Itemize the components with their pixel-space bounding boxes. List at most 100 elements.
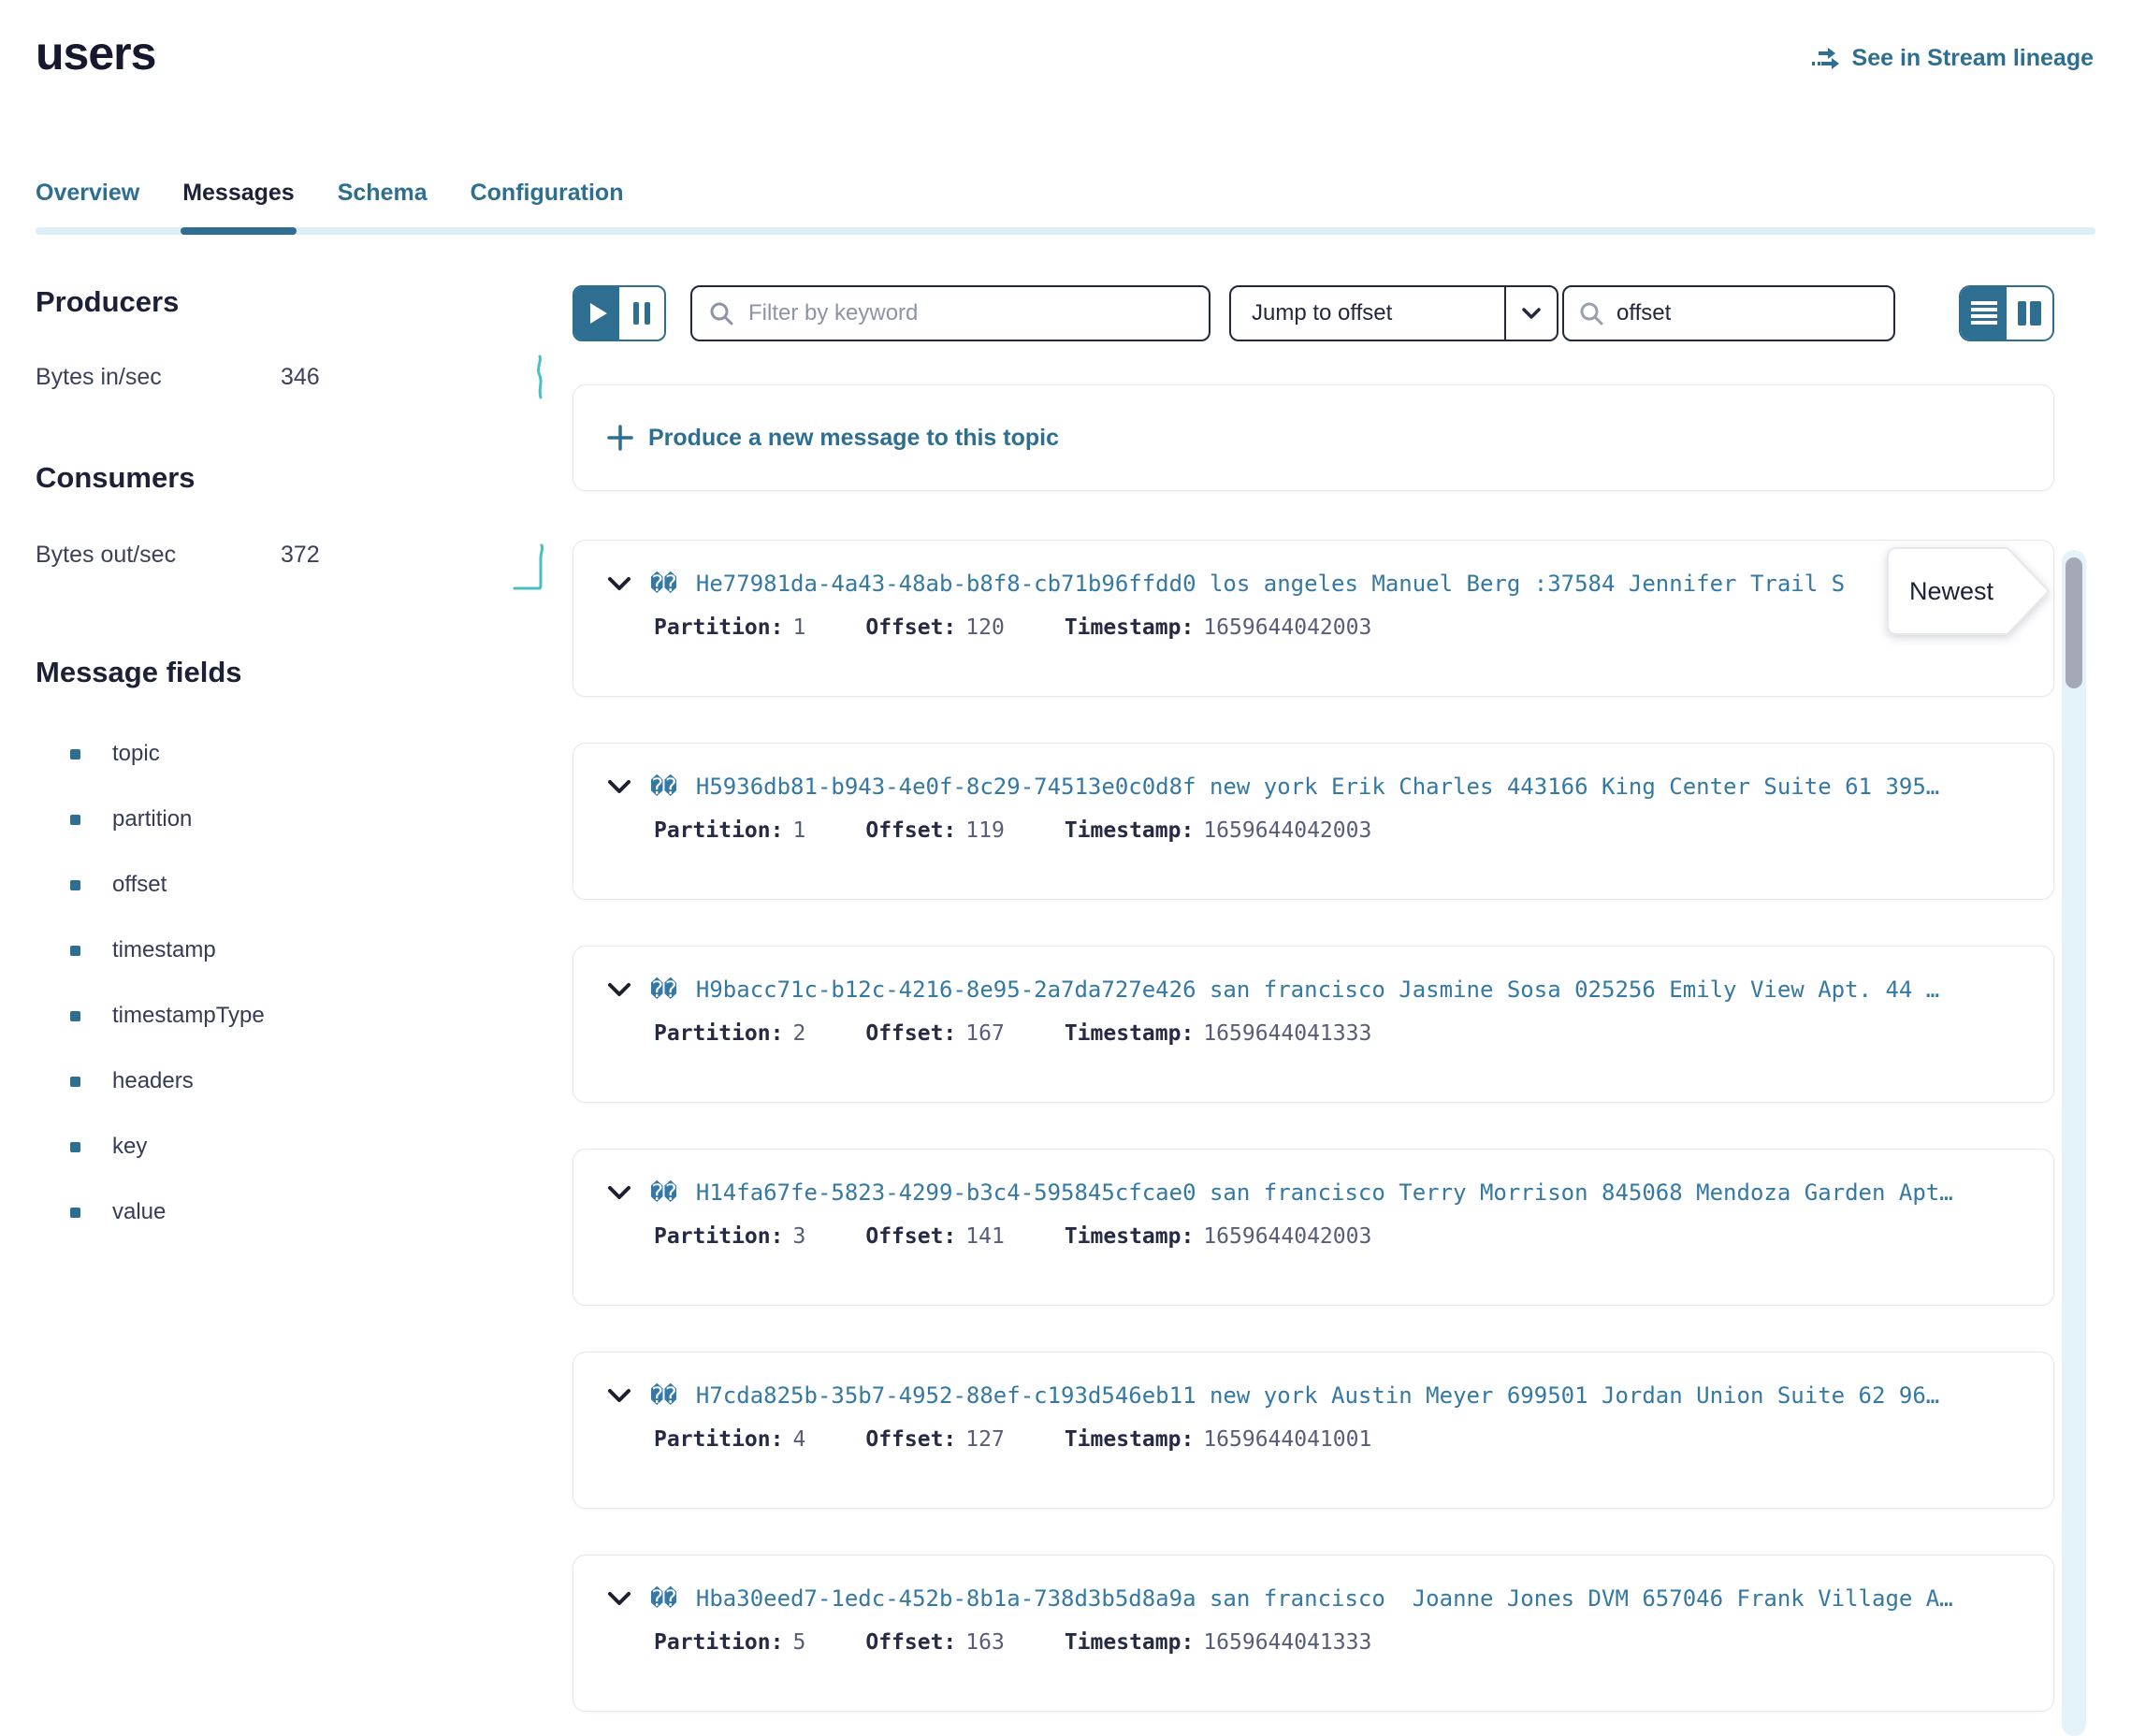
message-meta: Partition:4 Offset:127 Timestamp:1659644… [654, 1427, 2020, 1452]
offset-search-input[interactable] [1615, 299, 1908, 327]
message-magic-bytes: �� [650, 1585, 677, 1612]
expand-chevron-icon[interactable] [607, 982, 631, 997]
message-magic-bytes: �� [650, 1382, 677, 1409]
message-card[interactable]: �� H7cda825b-35b7-4952-88ef-c193d546eb11… [573, 1352, 2054, 1509]
message-card[interactable]: �� H9bacc71c-b12c-4216-8e95-2a7da727e426… [573, 946, 2054, 1103]
message-field-timestampType[interactable]: timestampType [36, 983, 573, 1049]
field-label: offset [112, 872, 167, 898]
partition-field: Partition:5 [654, 1630, 805, 1655]
bytes-in-value: 346 [281, 364, 320, 391]
message-value-preview: Hba30eed7-1edc-452b-8b1a-738d3b5d8a9a sa… [696, 1585, 2020, 1612]
message-card[interactable]: �� He77981da-4a43-48ab-b8f8-cb71b96ffdd0… [573, 540, 2054, 697]
tab-overview[interactable]: Overview [36, 180, 139, 235]
message-value-preview: H5936db81-b943-4e0f-8c29-74513e0c0d8f ne… [696, 774, 2020, 800]
field-label: timestamp [112, 937, 216, 963]
newest-tooltip-label: Newest [1899, 546, 2004, 636]
stream-lineage-link[interactable]: See in Stream lineage [1811, 45, 2094, 72]
expand-chevron-icon[interactable] [607, 779, 631, 794]
stream-lineage-label: See in Stream lineage [1852, 45, 2094, 72]
message-list: �� He77981da-4a43-48ab-b8f8-cb71b96ffdd0… [573, 540, 2054, 1712]
sidebar: Producers Bytes in/sec 346 Consumers Byt… [0, 285, 573, 1736]
message-magic-bytes: �� [650, 571, 677, 597]
timestamp-field: Timestamp:1659644041001 [1065, 1427, 1372, 1452]
field-bullet-icon [70, 946, 80, 956]
message-fields-heading: Message fields [36, 656, 573, 689]
bytes-out-sparkline [513, 542, 552, 590]
search-icon [1579, 301, 1603, 326]
field-label: topic [112, 741, 160, 767]
expand-chevron-icon[interactable] [607, 1185, 631, 1200]
partition-field: Partition:1 [654, 818, 805, 843]
tab-configuration[interactable]: Configuration [471, 180, 624, 235]
play-icon [590, 303, 607, 324]
stream-lineage-icon [1811, 47, 1841, 71]
topic-page: users See in Stream lineage Overview Mes… [0, 0, 2131, 1736]
message-card[interactable]: �� H5936db81-b943-4e0f-8c29-74513e0c0d8f… [573, 743, 2054, 900]
message-field-timestamp[interactable]: timestamp [36, 918, 573, 983]
keyword-filter[interactable] [690, 285, 1210, 341]
message-magic-bytes: �� [650, 774, 677, 800]
offset-field: Offset:127 [865, 1427, 1004, 1452]
list-view-icon [1971, 301, 1997, 326]
message-header: �� H14fa67fe-5823-4299-b3c4-595845cfcae0… [607, 1179, 2020, 1206]
partition-field: Partition:2 [654, 1021, 805, 1046]
keyword-filter-input[interactable] [747, 299, 1192, 327]
produce-message-button[interactable]: Produce a new message to this topic [573, 384, 2054, 491]
message-header: �� H9bacc71c-b12c-4216-8e95-2a7da727e426… [607, 976, 2020, 1003]
tab-messages[interactable]: Messages [182, 180, 295, 235]
bytes-out-label: Bytes out/sec [36, 542, 281, 569]
content: Producers Bytes in/sec 346 Consumers Byt… [0, 285, 2131, 1736]
message-header: �� H7cda825b-35b7-4952-88ef-c193d546eb11… [607, 1382, 2020, 1409]
tab-schema[interactable]: Schema [338, 180, 428, 235]
produce-message-label: Produce a new message to this topic [648, 425, 1059, 452]
message-field-key[interactable]: key [36, 1114, 573, 1179]
play-pause-toggle [573, 285, 666, 341]
field-label: value [112, 1199, 166, 1225]
bytes-in-label: Bytes in/sec [36, 364, 281, 391]
message-fields-list: topic partition offset timestamp [36, 721, 573, 1245]
field-bullet-icon [70, 749, 80, 760]
message-field-value[interactable]: value [36, 1179, 573, 1245]
consumers-heading: Consumers [36, 461, 573, 495]
timestamp-field: Timestamp:1659644042003 [1065, 818, 1372, 843]
expand-chevron-icon[interactable] [607, 1388, 631, 1403]
partition-field: Partition:1 [654, 615, 805, 640]
bytes-in-sparkline [528, 354, 552, 399]
column-view-button[interactable] [2007, 287, 2052, 340]
list-view-button[interactable] [1961, 287, 2007, 340]
message-header: �� Hba30eed7-1edc-452b-8b1a-738d3b5d8a9a… [607, 1585, 2020, 1612]
play-button[interactable] [574, 287, 619, 340]
message-meta: Partition:2 Offset:167 Timestamp:1659644… [654, 1021, 2020, 1046]
timestamp-field: Timestamp:1659644041333 [1065, 1021, 1372, 1046]
expand-chevron-icon[interactable] [607, 576, 631, 591]
field-label: timestampType [112, 1003, 265, 1029]
message-value-preview: H9bacc71c-b12c-4216-8e95-2a7da727e426 sa… [696, 976, 2020, 1003]
message-meta: Partition:5 Offset:163 Timestamp:1659644… [654, 1630, 2020, 1655]
consumers-metric-row: Bytes out/sec 372 [36, 530, 573, 579]
expand-chevron-icon[interactable] [607, 1591, 631, 1606]
message-field-offset[interactable]: offset [36, 852, 573, 918]
message-field-topic[interactable]: topic [36, 721, 573, 787]
offset-field: Offset:141 [865, 1224, 1004, 1249]
message-field-partition[interactable]: partition [36, 787, 573, 852]
producers-heading: Producers [36, 285, 573, 319]
message-field-headers[interactable]: headers [36, 1049, 573, 1114]
message-card[interactable]: �� H14fa67fe-5823-4299-b3c4-595845cfcae0… [573, 1149, 2054, 1306]
offset-search[interactable] [1562, 285, 1895, 341]
timestamp-field: Timestamp:1659644041333 [1065, 1630, 1372, 1655]
offset-field: Offset:163 [865, 1630, 1004, 1655]
newest-tooltip: Newest [1886, 546, 2052, 636]
jump-to-offset-label: Jump to offset [1231, 287, 1504, 340]
field-label: key [112, 1134, 147, 1160]
view-mode-toggle [1959, 285, 2054, 341]
jump-to-offset-select[interactable]: Jump to offset [1229, 285, 1558, 341]
field-bullet-icon [70, 1142, 80, 1152]
message-header: �� H5936db81-b943-4e0f-8c29-74513e0c0d8f… [607, 774, 2020, 800]
scrollbar-thumb[interactable] [2066, 557, 2082, 688]
pause-button[interactable] [619, 287, 664, 340]
plus-icon [607, 425, 633, 451]
message-meta: Partition:3 Offset:141 Timestamp:1659644… [654, 1224, 2020, 1249]
scrollbar-track[interactable] [2062, 550, 2086, 1736]
message-card[interactable]: �� Hba30eed7-1edc-452b-8b1a-738d3b5d8a9a… [573, 1555, 2054, 1712]
field-bullet-icon [70, 1208, 80, 1218]
